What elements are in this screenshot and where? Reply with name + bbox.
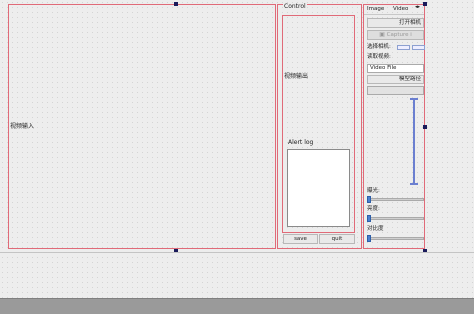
tab-video[interactable]: Video <box>393 5 408 13</box>
save-button[interactable]: save <box>283 234 318 244</box>
vertical-slider-handle[interactable] <box>410 183 418 185</box>
model-path-button[interactable]: 模型路径 <box>367 75 424 84</box>
video-input-frame <box>8 4 276 249</box>
resize-handle-right[interactable] <box>423 125 427 129</box>
exposure-label: 曝光: <box>367 188 380 194</box>
brightness-slider[interactable] <box>368 217 424 220</box>
read-video-label: 读取视频: <box>367 54 391 60</box>
capture-button[interactable]: ▣ Capture i <box>367 30 424 40</box>
alert-log-title: Alert log <box>288 139 314 146</box>
open-camera-button[interactable]: 打开相机 <box>367 18 424 28</box>
capture-button-label: Capture i <box>386 32 412 38</box>
contrast-label: 对比度 <box>367 226 384 232</box>
video-input-label: 视频输入 <box>10 123 35 130</box>
tab-image[interactable]: Image <box>367 5 384 13</box>
camera-icon: ▣ <box>379 31 385 38</box>
video-output-label: 视频输出 <box>284 73 309 80</box>
alert-log-textarea[interactable] <box>287 149 350 227</box>
tab-scroll-arrows-icon[interactable]: ◂▸ <box>415 3 420 11</box>
vertical-slider-track[interactable] <box>413 99 415 185</box>
exposure-slider[interactable] <box>368 198 424 201</box>
tab-bar-divider <box>364 14 424 15</box>
contrast-slider-thumb[interactable] <box>367 235 371 242</box>
form-bottom-edge <box>0 252 474 253</box>
select-camera-label: 选择相机: <box>367 44 391 50</box>
vertical-slider-top-cap <box>410 98 418 100</box>
resize-handle-top-right[interactable] <box>423 2 427 6</box>
brightness-slider-thumb[interactable] <box>367 215 371 222</box>
control-group-title: Control <box>283 3 307 11</box>
resize-handle-top[interactable] <box>174 2 178 6</box>
brightness-label: 亮度: <box>367 206 380 212</box>
status-bar <box>0 298 474 314</box>
model-path-field[interactable] <box>367 86 424 95</box>
exposure-slider-thumb[interactable] <box>367 196 371 203</box>
contrast-slider[interactable] <box>368 237 424 240</box>
quit-button[interactable]: quit <box>319 234 355 244</box>
video-file-field[interactable]: Video File <box>367 64 424 73</box>
camera-select-spinbox[interactable] <box>397 45 410 50</box>
camera-select-spinbox-2[interactable] <box>412 45 425 50</box>
